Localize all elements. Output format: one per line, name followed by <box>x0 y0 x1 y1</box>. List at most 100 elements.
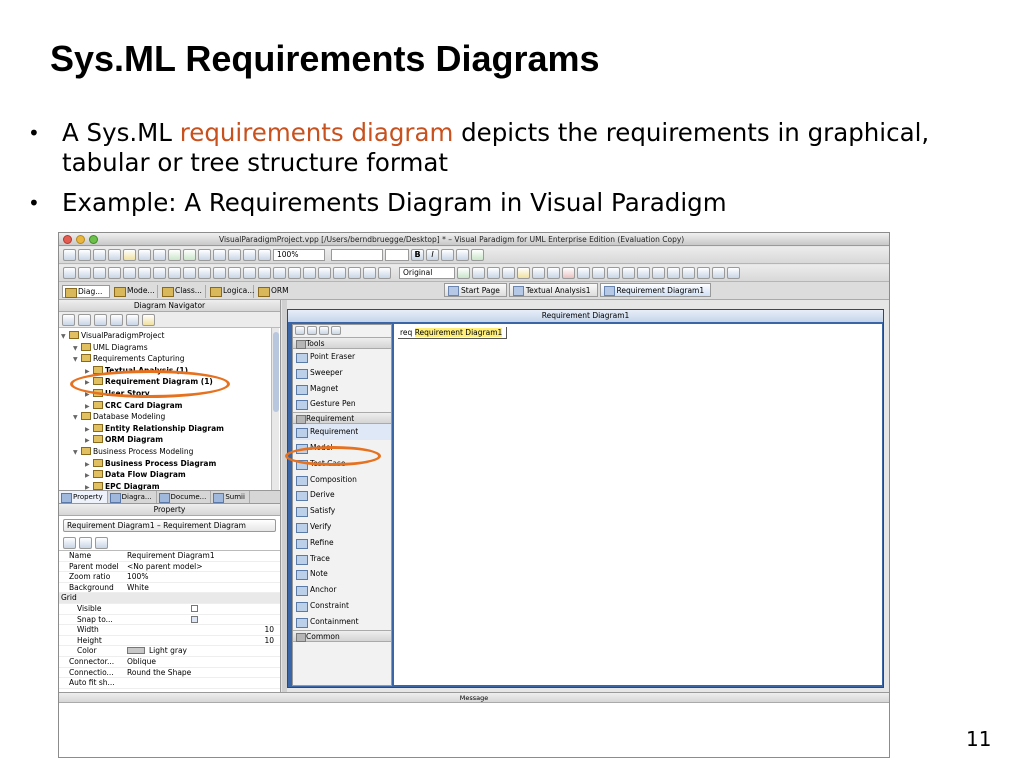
diagram-icon[interactable] <box>213 267 226 279</box>
size-combo[interactable] <box>385 249 409 261</box>
tree-item[interactable]: ▶ ORM Diagram <box>85 434 163 446</box>
shape-icon[interactable] <box>457 267 470 279</box>
tree-item[interactable]: ▼ Requirements Capturing <box>73 353 185 365</box>
tab-requirement-diagram[interactable]: Requirement Diagram1 <box>599 283 712 297</box>
diagram-icon[interactable] <box>228 267 241 279</box>
bold-icon[interactable]: B <box>411 249 424 261</box>
diagram-icon[interactable] <box>198 267 211 279</box>
sort-icon[interactable] <box>94 313 107 326</box>
list-icon[interactable] <box>78 313 91 326</box>
diagram-icon[interactable] <box>63 267 76 279</box>
property-value[interactable] <box>123 593 280 603</box>
undo-icon[interactable] <box>168 249 181 261</box>
diagram-icon[interactable] <box>168 267 181 279</box>
shape-icon[interactable] <box>517 267 530 279</box>
diagram-icon[interactable] <box>153 267 166 279</box>
palette-item[interactable]: Satisfy <box>293 503 391 519</box>
property-value[interactable]: 100% <box>123 572 280 582</box>
palette-item[interactable]: Trace <box>293 551 391 567</box>
tree-item[interactable]: ▶ Data Flow Diagram <box>85 469 186 481</box>
palette-item[interactable]: Refine <box>293 535 391 551</box>
tree-item[interactable]: ▶ Business Process Diagram <box>85 458 216 470</box>
property-value[interactable]: 10 <box>123 636 280 646</box>
property-row[interactable]: Snap to... <box>59 615 280 626</box>
new-diagram-icon[interactable] <box>62 313 75 326</box>
property-value[interactable] <box>123 678 280 688</box>
diagram-icon[interactable] <box>378 267 391 279</box>
tree-item[interactable]: ▶ Entity Relationship Diagram <box>85 423 224 435</box>
property-row[interactable]: Auto fit sh... <box>59 678 280 689</box>
property-row[interactable]: Height 10 <box>59 636 280 647</box>
diagram-icon[interactable] <box>333 267 346 279</box>
palette-item[interactable]: Verify <box>293 519 391 535</box>
shape-icon[interactable] <box>712 267 725 279</box>
tab-documentation[interactable]: Docume... <box>157 491 212 503</box>
paste-icon[interactable] <box>153 249 166 261</box>
tab-logical-view[interactable]: Logica... <box>208 285 254 298</box>
property-value[interactable]: <No parent model> <box>123 562 280 572</box>
shape-icon[interactable] <box>622 267 635 279</box>
zoom-icon[interactable] <box>89 235 98 244</box>
property-value[interactable]: White <box>123 583 280 593</box>
expand-arrow-icon[interactable]: ▼ <box>73 447 81 459</box>
checkbox[interactable] <box>191 604 198 612</box>
diagram-icon[interactable] <box>288 267 301 279</box>
shape-icon[interactable] <box>652 267 665 279</box>
refresh-icon[interactable] <box>142 313 155 326</box>
tab-diagram-navigator[interactable]: Diag... <box>62 285 110 298</box>
zoom-fit-icon[interactable] <box>258 249 271 261</box>
stamp-icon[interactable] <box>331 326 341 335</box>
shape-icon[interactable] <box>487 267 500 279</box>
diagram-icon[interactable] <box>258 267 271 279</box>
property-row[interactable]: Connectio... Round the Shape <box>59 668 280 679</box>
shape-icon[interactable] <box>682 267 695 279</box>
spell-check-icon[interactable] <box>456 249 469 261</box>
palette-item[interactable]: Constraint <box>293 598 391 614</box>
property-row[interactable]: Name Requirement Diagram1 <box>59 551 280 562</box>
property-selector[interactable]: Requirement Diagram1 – Requirement Diagr… <box>63 519 276 532</box>
palette-item[interactable]: Requirement <box>293 424 391 440</box>
property-value[interactable]: Oblique <box>123 657 280 667</box>
diagram-icon[interactable] <box>273 267 286 279</box>
property-row[interactable]: Width 10 <box>59 625 280 636</box>
save-icon[interactable] <box>93 249 106 261</box>
property-value[interactable]: Light gray <box>123 646 280 656</box>
help-icon[interactable] <box>471 249 484 261</box>
shape-icon[interactable] <box>667 267 680 279</box>
minimize-icon[interactable] <box>76 235 85 244</box>
hand-icon[interactable] <box>319 326 329 335</box>
redo-icon[interactable] <box>183 249 196 261</box>
tree-item[interactable]: ▼ VisualParadigmProject <box>61 330 164 342</box>
tab-property[interactable]: Property <box>59 491 108 503</box>
diagram-icon[interactable] <box>303 267 316 279</box>
tree-item[interactable]: ▼ UML Diagrams <box>73 342 148 354</box>
original-combo[interactable]: Original <box>399 267 455 279</box>
palette-item[interactable]: Magnet <box>293 381 391 397</box>
expand-arrow-icon[interactable]: ▼ <box>61 331 69 343</box>
filter-icon[interactable] <box>110 313 123 326</box>
diagram-icon[interactable] <box>363 267 376 279</box>
diagram-icon[interactable] <box>108 267 121 279</box>
property-row[interactable]: Connector... Oblique <box>59 657 280 668</box>
tab-class-repository[interactable]: Class... <box>160 285 206 298</box>
property-value[interactable] <box>123 604 280 614</box>
alphabetical-icon[interactable] <box>79 536 92 549</box>
shape-icon[interactable] <box>502 267 515 279</box>
shape-icon[interactable] <box>592 267 605 279</box>
diagram-icon[interactable] <box>318 267 331 279</box>
shape-icon[interactable] <box>472 267 485 279</box>
delete-icon[interactable] <box>198 249 211 261</box>
close-icon[interactable] <box>63 235 72 244</box>
tree-scrollbar[interactable] <box>271 328 279 490</box>
tab-orm[interactable]: ORM <box>256 285 289 298</box>
tree-item[interactable]: ▶ EPC Diagram <box>85 481 160 490</box>
property-row[interactable]: Grid <box>59 593 280 604</box>
diagram-canvas[interactable]: req Requirement Diagram1 <box>394 324 882 685</box>
palette-section[interactable]: Requirement <box>293 412 391 425</box>
palette-item[interactable]: Containment <box>293 614 391 630</box>
property-row[interactable]: Visible <box>59 604 280 615</box>
palette-item[interactable]: Note <box>293 566 391 582</box>
property-settings-icon[interactable] <box>95 536 108 549</box>
diagram-icon[interactable] <box>123 267 136 279</box>
shape-icon[interactable] <box>607 267 620 279</box>
